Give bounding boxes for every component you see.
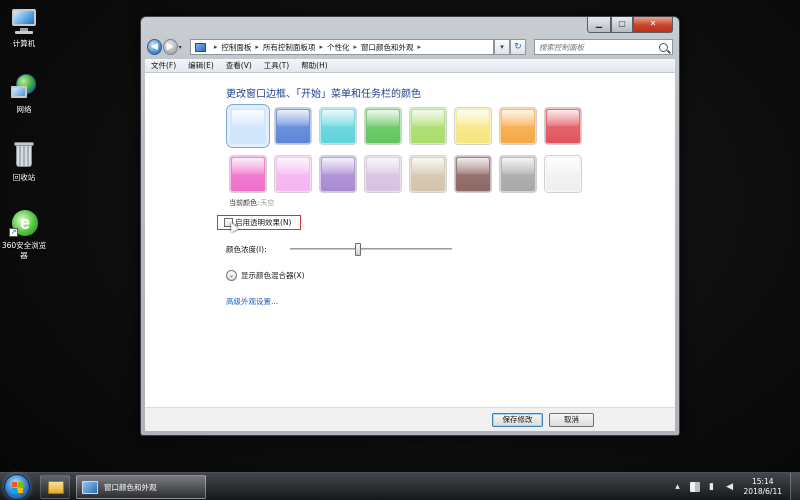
control-panel-icon bbox=[82, 480, 98, 494]
close-button[interactable]: ✕ bbox=[633, 17, 673, 33]
color-swatch-leaf[interactable] bbox=[365, 108, 401, 144]
breadcrumb-window-color[interactable]: 窗口颜色和外观 bbox=[361, 42, 414, 53]
address-history-dropdown[interactable]: ▾ bbox=[493, 39, 510, 55]
breadcrumb-all-items[interactable]: 所有控制面板项 bbox=[263, 42, 316, 53]
color-swatch-fuchsia[interactable] bbox=[230, 156, 266, 192]
show-color-mixer-toggle[interactable]: ⌄ 显示颜色混合器(X) bbox=[226, 270, 305, 281]
taskbar-explorer-button[interactable] bbox=[40, 475, 70, 499]
control-panel-icon bbox=[194, 42, 206, 52]
color-intensity-thumb[interactable] bbox=[355, 243, 361, 256]
recycle-bin-icon bbox=[9, 140, 39, 170]
breadcrumb-separator: ▸ bbox=[319, 43, 323, 51]
refresh-icon[interactable]: ↻ bbox=[509, 39, 526, 55]
color-swatch-ruby[interactable] bbox=[545, 108, 581, 144]
breadcrumb-personalization[interactable]: 个性化 bbox=[327, 42, 350, 53]
color-swatch-frost[interactable] bbox=[545, 156, 581, 192]
color-intensity-slider[interactable] bbox=[290, 243, 452, 256]
color-swatch-violet[interactable] bbox=[320, 156, 356, 192]
dialog-footer: 保存修改 取消 bbox=[145, 407, 675, 431]
current-color-readout: 当前颜色:天空 bbox=[229, 198, 274, 208]
color-swatch-grid bbox=[226, 104, 590, 204]
folder-icon bbox=[48, 481, 64, 494]
current-color-value: 天空 bbox=[260, 199, 275, 207]
search-icon[interactable] bbox=[658, 42, 668, 52]
browser-360-icon: e ↗ bbox=[9, 208, 39, 238]
cancel-button[interactable]: 取消 bbox=[549, 413, 594, 427]
clock-time: 15:14 bbox=[751, 477, 774, 486]
volume-icon[interactable]: ◀ bbox=[724, 481, 736, 493]
desktop-icon-label: 网络 bbox=[16, 105, 32, 114]
start-button[interactable] bbox=[4, 474, 30, 500]
color-swatch-lavender[interactable] bbox=[365, 156, 401, 192]
advanced-appearance-link[interactable]: 高级外观设置... bbox=[226, 296, 278, 307]
caption-buttons: ▁ ▢ ✕ bbox=[587, 17, 673, 33]
color-swatch-blush[interactable] bbox=[275, 156, 311, 192]
desktop-icon-label: 360安全浏览器 bbox=[1, 241, 47, 260]
taskbar-active-window[interactable]: 窗口颜色和外观 bbox=[76, 475, 206, 499]
menu-file[interactable]: 文件(F) bbox=[151, 60, 176, 71]
breadcrumb-separator: ▸ bbox=[417, 43, 421, 51]
taskbar-task-label: 窗口颜色和外观 bbox=[104, 482, 157, 492]
color-swatch-chocolate[interactable] bbox=[455, 156, 491, 192]
clock[interactable]: 15:14 2018/6/11 bbox=[744, 477, 782, 497]
color-swatch-twilight[interactable] bbox=[275, 108, 311, 144]
clock-date: 2018/6/11 bbox=[743, 487, 782, 496]
page-title: 更改窗口边框、「开始」菜单和任务栏的颜色 bbox=[226, 89, 421, 100]
menu-help[interactable]: 帮助(H) bbox=[301, 60, 328, 71]
maximize-button[interactable]: ▢ bbox=[611, 17, 633, 33]
menu-view[interactable]: 查看(V) bbox=[226, 60, 252, 71]
recent-pages-dropdown[interactable]: ▾ bbox=[179, 44, 186, 51]
forward-button[interactable]: ▶ bbox=[162, 39, 178, 55]
notification-area: ▴ ▮ ◀ 15:14 2018/6/11 bbox=[672, 473, 800, 500]
show-desktop-button[interactable] bbox=[790, 473, 800, 500]
window-color-appearance-window: ▁ ▢ ✕ ◀ ▶ ▾ ▸ 控制面板 ▸ 所有控制面板项 ▸ 个性化 ▸ 窗口颜… bbox=[140, 16, 680, 436]
desktop-icon-label: 计算机 bbox=[12, 39, 36, 48]
search-box bbox=[533, 39, 673, 55]
action-center-flag-icon[interactable] bbox=[689, 482, 700, 492]
back-button[interactable]: ◀ bbox=[147, 39, 162, 55]
current-color-label: 当前颜色: bbox=[229, 199, 260, 207]
color-swatch-lemon[interactable] bbox=[455, 108, 491, 144]
chevron-down-icon[interactable]: ⌄ bbox=[226, 270, 237, 281]
menu-bar: 文件(F) 编辑(E) 查看(V) 工具(T) 帮助(H) bbox=[145, 59, 675, 73]
desktop-icon-network[interactable]: 网络 bbox=[0, 72, 48, 115]
taskbar: 窗口颜色和外观 ▴ ▮ ◀ 15:14 2018/6/11 bbox=[0, 472, 800, 500]
show-color-mixer-label: 显示颜色混合器(X) bbox=[241, 271, 305, 280]
breadcrumb-control-panel[interactable]: 控制面板 bbox=[221, 42, 251, 53]
color-swatch-taupe[interactable] bbox=[410, 156, 446, 192]
desktop-icon-label: 回收站 bbox=[12, 173, 36, 182]
color-swatch-pumpkin[interactable] bbox=[500, 108, 536, 144]
computer-icon bbox=[9, 6, 39, 36]
desktop-icon-computer[interactable]: 计算机 bbox=[0, 6, 48, 49]
chevron-up-icon[interactable]: ▴ bbox=[672, 481, 684, 493]
enable-transparency-label: 启用透明效果(N) bbox=[235, 218, 292, 227]
color-swatch-lime[interactable] bbox=[410, 108, 446, 144]
breadcrumb-separator: ▸ bbox=[213, 43, 218, 51]
minimize-button[interactable]: ▁ bbox=[587, 17, 611, 33]
color-swatch-sea[interactable] bbox=[320, 108, 356, 144]
navigation-bar: ◀ ▶ ▾ ▸ 控制面板 ▸ 所有控制面板项 ▸ 个性化 ▸ 窗口颜色和外观 ▸… bbox=[147, 37, 673, 57]
windows-logo-icon bbox=[12, 482, 24, 494]
menu-tools[interactable]: 工具(T) bbox=[264, 60, 289, 71]
save-changes-button[interactable]: 保存修改 bbox=[492, 413, 543, 427]
menu-edit[interactable]: 编辑(E) bbox=[188, 60, 214, 71]
network-tray-icon[interactable]: ▮ bbox=[706, 481, 718, 493]
search-input[interactable] bbox=[538, 42, 659, 52]
network-icon bbox=[9, 72, 39, 102]
content-pane: 更改窗口边框、「开始」菜单和任务栏的颜色 当前颜色:天空 启用透明效果(N) 颜… bbox=[145, 73, 675, 407]
color-swatch-sky[interactable] bbox=[226, 104, 270, 148]
color-swatch-slate[interactable] bbox=[500, 156, 536, 192]
address-bar[interactable]: ▸ 控制面板 ▸ 所有控制面板项 ▸ 个性化 ▸ 窗口颜色和外观 ▸ bbox=[189, 39, 494, 55]
desktop-icon-360-browser[interactable]: e ↗ 360安全浏览器 bbox=[0, 208, 48, 261]
breadcrumb-separator: ▸ bbox=[255, 43, 259, 51]
address-controls: ▾ ↻ bbox=[493, 39, 526, 55]
color-intensity-label: 颜色浓度(I): bbox=[226, 245, 267, 254]
breadcrumb-separator: ▸ bbox=[353, 43, 357, 51]
desktop-icon-recycle-bin[interactable]: 回收站 bbox=[0, 140, 48, 183]
